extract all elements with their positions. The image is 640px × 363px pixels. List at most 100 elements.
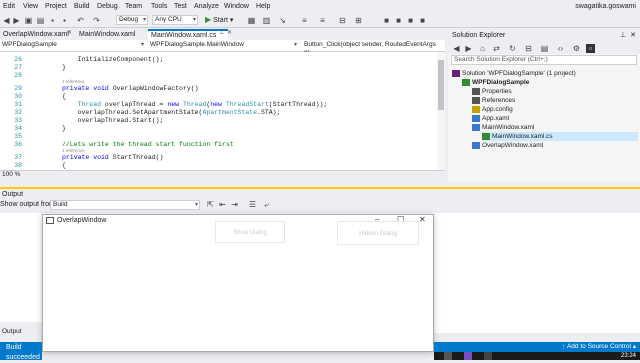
find-icon[interactable]: ⇱	[206, 200, 215, 209]
refresh-icon[interactable]: ↻	[508, 44, 517, 53]
menu-test[interactable]: Test	[174, 3, 187, 10]
scrollbar-thumb[interactable]	[438, 60, 444, 110]
publish-icon[interactable]: ▥	[262, 16, 271, 25]
reference-codelens[interactable]: 1 reference	[62, 79, 85, 84]
code-line[interactable]: InitializeComponent();	[62, 56, 164, 63]
chevron-down-icon: ▾	[194, 202, 198, 208]
new-project-icon[interactable]: ▣	[24, 16, 33, 25]
code-editor[interactable]: 26 InitializeComponent(); 27} 28 1 referenc…	[0, 52, 445, 170]
browser-icon[interactable]: ▦	[247, 16, 256, 25]
show-all-icon[interactable]: ▤	[540, 44, 549, 53]
tree-item[interactable]: WPFDialogSample	[462, 78, 638, 87]
forward-icon[interactable]: ▶	[12, 16, 21, 25]
code-line[interactable]: {	[62, 162, 66, 169]
collapse-icon[interactable]: ⊟	[524, 44, 533, 53]
add-to-source-control[interactable]: ↑ Add to Source Control ▴	[562, 342, 636, 352]
tree-item-label: MainWindow.xaml.cs	[492, 133, 553, 140]
member-dropdown[interactable]: Button_Click(object sender, RoutedEventA…	[302, 41, 436, 56]
save-all-icon[interactable]: ▪	[60, 16, 69, 25]
tree-item[interactable]: Properties	[472, 87, 638, 96]
menu-project[interactable]: Project	[45, 3, 67, 10]
bookmark-next-icon[interactable]: ■	[406, 16, 415, 25]
menu-bar: Edit View Project Build Debug Team Tools…	[0, 0, 640, 13]
user-name[interactable]: swagatika.goswami	[575, 3, 636, 10]
menu-tools[interactable]: Tools	[151, 3, 167, 10]
close-icon[interactable]: ✕	[227, 29, 232, 36]
menu-edit[interactable]: Edit	[3, 3, 15, 10]
code-icon[interactable]: ‹›	[556, 44, 565, 53]
tree-item[interactable]: References	[472, 96, 638, 105]
uncomment-icon[interactable]: ⊞	[354, 16, 363, 25]
taskbar-app-icon[interactable]	[444, 352, 452, 360]
code-line[interactable]: //Lets write the thread start function f…	[62, 141, 234, 148]
tree-item[interactable]: Solution 'WPFDialogSample' (1 project)	[452, 69, 638, 78]
menu-window[interactable]: Window	[224, 3, 249, 10]
align-icon[interactable]: ≡	[300, 16, 309, 25]
back-icon[interactable]: ◀	[2, 16, 11, 25]
search-input[interactable]: Search Solution Explorer (Ctrl+;)	[451, 55, 637, 65]
sync-icon[interactable]: ⇄	[492, 44, 501, 53]
tree-item[interactable]: App.xaml	[472, 114, 638, 123]
word-wrap-icon[interactable]: ⤶	[262, 200, 271, 209]
redo-icon[interactable]: ↷	[92, 16, 101, 25]
bookmark-icon[interactable]: ■	[382, 16, 391, 25]
tab-mainwindow-xaml[interactable]: MainWindow.xaml	[76, 29, 146, 40]
zoom-level[interactable]: 100 %	[2, 171, 20, 178]
tab-output[interactable]: Output	[2, 328, 22, 335]
tab-mainwindow-xaml-cs[interactable]: MainWindow.xaml.cs	[148, 29, 228, 40]
project-dropdown[interactable]: WPFDialogSample ▾	[0, 41, 145, 51]
close-button[interactable]: ✕	[419, 215, 426, 224]
tree-item[interactable]: MainWindow.xaml.cs	[482, 132, 638, 141]
back-icon[interactable]: ◀	[452, 44, 461, 53]
clear-icon[interactable]: ☰	[248, 200, 257, 209]
reference-codelens[interactable]: 1 reference	[62, 148, 85, 153]
pin-icon[interactable]: ⊥	[219, 29, 224, 36]
menu-build[interactable]: Build	[74, 3, 90, 10]
pin-icon[interactable]: ⊥	[620, 30, 626, 41]
next-icon[interactable]: ⇥	[230, 200, 239, 209]
class-dropdown[interactable]: WPFDialogSample.MainWindow ▾	[148, 41, 298, 51]
tree-item[interactable]: App.config	[472, 105, 638, 114]
comment-icon[interactable]: ⊟	[338, 16, 347, 25]
tree-item[interactable]: OverlapWindow.xaml	[472, 141, 638, 150]
menu-analyze[interactable]: Analyze	[194, 3, 219, 10]
menu-view[interactable]: View	[23, 3, 38, 10]
tree-item[interactable]: MainWindow.xaml	[472, 123, 638, 132]
platform-select[interactable]: Any CPU ▾	[152, 15, 198, 25]
code-line[interactable]: }	[62, 125, 66, 132]
code-line[interactable]: overlapThread.SetApartmentState(Apartmen…	[62, 109, 281, 116]
tab-overlapwindow-xaml[interactable]: OverlapWindow.xaml	[0, 29, 70, 40]
editor-scrollbar[interactable]	[437, 52, 445, 170]
code-line[interactable]: overlapThread.Start();	[62, 117, 164, 124]
bookmark-prev-icon[interactable]: ■	[394, 16, 403, 25]
start-button[interactable]: ▶ Start ▾	[205, 15, 233, 25]
undo-icon[interactable]: ↶	[76, 16, 85, 25]
bookmark-clear-icon[interactable]: ■	[418, 16, 427, 25]
output-source-select[interactable]: Build ▾	[50, 200, 200, 210]
menu-debug[interactable]: Debug	[97, 3, 118, 10]
open-icon[interactable]: ▤	[36, 16, 45, 25]
save-icon[interactable]: ▪	[48, 16, 57, 25]
code-line[interactable]: Thread overlapThread = new Thread(new Th…	[62, 101, 328, 108]
code-line[interactable]: private void StartThread()	[62, 154, 163, 161]
step-icon[interactable]: ↘	[278, 16, 287, 25]
menu-help[interactable]: Help	[256, 3, 270, 10]
close-icon[interactable]: ✕	[630, 30, 636, 41]
prev-icon[interactable]: ⇤	[218, 200, 227, 209]
close-icon[interactable]: ✕	[67, 29, 72, 36]
home-icon[interactable]: ⌂	[478, 44, 487, 53]
visual-studio-icon[interactable]	[464, 352, 472, 360]
code-line[interactable]: }	[62, 64, 66, 71]
taskbar-app-icon[interactable]	[484, 352, 492, 360]
menu-team[interactable]: Team	[125, 3, 142, 10]
preview-icon[interactable]: ▫	[586, 44, 595, 53]
code-line[interactable]: {	[62, 93, 66, 100]
configuration-select[interactable]: Debug ▾	[116, 15, 148, 25]
chevron-down-icon: ▾	[142, 17, 146, 23]
line-number: 28	[14, 72, 22, 79]
align-icon[interactable]: ≡	[318, 16, 327, 25]
line-number: 35	[14, 133, 22, 140]
properties-icon[interactable]: ⚙	[572, 44, 581, 53]
forward-icon[interactable]: ▶	[464, 44, 473, 53]
code-line[interactable]: private void OverlapWindowFactory()	[62, 85, 199, 92]
